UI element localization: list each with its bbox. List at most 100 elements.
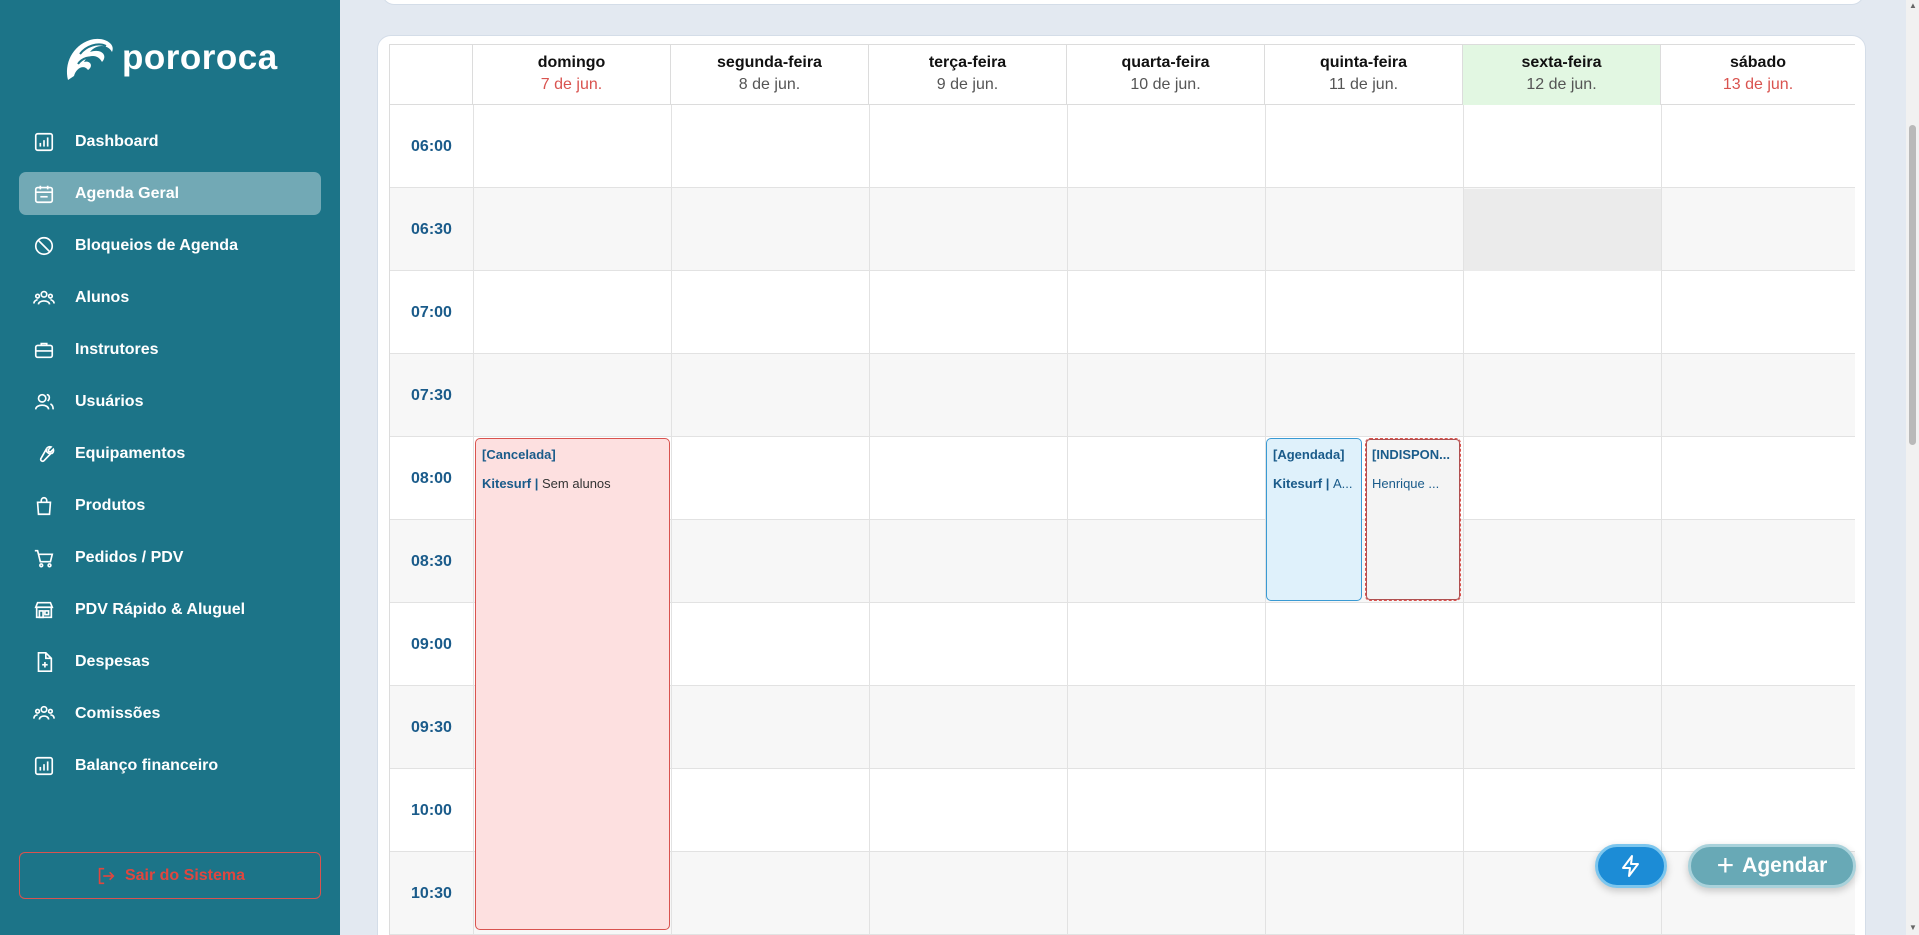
day-name: quarta-feira (1121, 54, 1210, 71)
sidebar-item-usuarios[interactable]: Usuários (19, 380, 321, 423)
sidebar-item-instrutores[interactable]: Instrutores (19, 328, 321, 371)
agendar-button[interactable]: + Agendar (1688, 844, 1856, 888)
day-name: sábado (1729, 54, 1786, 71)
time-label: 06:30 (411, 221, 452, 238)
day-header-saturday[interactable]: sábado 13 de jun. (1661, 45, 1855, 105)
sidebar-item-label: Instrutores (75, 340, 159, 358)
calendar-event-unavailable[interactable]: [INDISPON... Henrique ... (1365, 438, 1461, 601)
sidebar-item-dashboard[interactable]: Dashboard (19, 120, 321, 163)
time-label: 08:30 (411, 553, 452, 570)
day-header-friday[interactable]: sexta-feira 12 de jun. (1463, 45, 1661, 105)
column-divider (1661, 105, 1662, 935)
sidebar-item-despesas[interactable]: Despesas (19, 640, 321, 683)
day-name: sexta-feira (1521, 54, 1602, 71)
day-date: 8 de jun. (738, 76, 801, 93)
store-icon (34, 601, 54, 618)
event-status: [Agendada] (1273, 447, 1345, 462)
event-activity: Kitesurf (1273, 476, 1323, 491)
wave-logo-icon (66, 38, 113, 80)
day-header-thursday[interactable]: quinta-feira 11 de jun. (1265, 45, 1463, 105)
chart-icon (34, 756, 54, 775)
event-detail: Kitesurf | A... (1273, 476, 1353, 491)
time-label: 07:30 (411, 387, 452, 404)
time-label: 06:00 (411, 138, 452, 155)
logout-button[interactable]: Sair do Sistema (19, 852, 321, 899)
sidebar-item-bloqueios[interactable]: Bloqueios de Agenda (19, 224, 321, 267)
quick-action-button[interactable] (1595, 844, 1667, 888)
column-divider (1463, 105, 1464, 935)
sidebar-item-label: Equipamentos (75, 444, 186, 462)
sidebar-item-label: Usuários (75, 392, 144, 410)
logout-icon (98, 867, 115, 884)
day-header-tuesday[interactable]: terça-feira 9 de jun. (869, 45, 1067, 105)
scroll-down-arrow-icon[interactable]: ▼ (1908, 923, 1918, 933)
file-plus-icon (37, 651, 53, 672)
blocked-slot (1463, 189, 1661, 271)
sidebar-item-label: Alunos (75, 288, 130, 306)
calendar-header: domingo 7 de jun. segunda-feira 8 de jun… (390, 45, 1855, 105)
sidebar-item-produtos[interactable]: Produtos (19, 484, 321, 527)
event-info: A... (1333, 476, 1353, 491)
sidebar-item-label: Balanço financeiro (75, 756, 219, 774)
sidebar-item-label: PDV Rápido & Aluguel (75, 600, 246, 618)
time-label: 09:00 (411, 636, 452, 653)
top-card (382, 0, 1864, 5)
time-label: 07:00 (411, 304, 452, 321)
column-divider (1067, 105, 1068, 935)
event-status: [Cancelada] (482, 447, 556, 462)
team-icon (33, 705, 55, 720)
event-activity: Kitesurf (482, 476, 532, 491)
time-slot-row[interactable]: 07:30 (390, 354, 1855, 437)
week-calendar: domingo 7 de jun. segunda-feira 8 de jun… (389, 44, 1855, 935)
scroll-up-arrow-icon[interactable]: ▲ (1908, 1, 1918, 11)
day-date: 9 de jun. (936, 76, 999, 93)
time-label: 09:30 (411, 719, 452, 736)
sidebar-item-label: Despesas (75, 652, 150, 670)
time-column-header (390, 45, 473, 105)
sidebar: pororoca Dashboard Agenda Geral Bloqueio… (0, 0, 340, 935)
day-date: 10 de jun. (1130, 76, 1201, 93)
time-slot-row[interactable]: 07:00 (390, 271, 1855, 354)
day-date: 12 de jun. (1526, 76, 1597, 93)
column-divider (671, 105, 672, 935)
agendar-label: Agendar (1742, 854, 1828, 877)
calendar-event-cancelled[interactable]: [Cancelada] Kitesurf | Sem alunos (475, 438, 670, 930)
cart-icon (34, 549, 54, 568)
sidebar-item-alunos[interactable]: Alunos (19, 276, 321, 319)
event-status: [INDISPON... (1372, 447, 1451, 462)
sidebar-item-comissoes[interactable]: Comissões (19, 692, 321, 735)
block-icon (34, 236, 54, 255)
day-header-monday[interactable]: segunda-feira 8 de jun. (671, 45, 869, 105)
sidebar-item-label: Agenda Geral (75, 184, 180, 202)
time-slot-row[interactable]: 06:00 (390, 105, 1855, 188)
sidebar-item-agenda-geral[interactable]: Agenda Geral (19, 172, 321, 215)
wrench-icon (39, 445, 55, 462)
time-label: 10:30 (411, 885, 452, 902)
day-name: quinta-feira (1319, 54, 1408, 71)
sidebar-item-label: Comissões (75, 704, 161, 722)
bag-icon (36, 496, 52, 515)
scrollbar-thumb[interactable] (1909, 125, 1916, 445)
event-detail: Kitesurf | Sem alunos (482, 476, 611, 491)
plus-icon: + (1716, 849, 1735, 882)
event-info: Henrique ... (1372, 476, 1440, 491)
day-name: terça-feira (928, 54, 1007, 71)
day-date: 7 de jun. (540, 76, 603, 93)
sidebar-item-equipamentos[interactable]: Equipamentos (19, 432, 321, 475)
column-divider (869, 105, 870, 935)
day-date: 13 de jun. (1722, 76, 1794, 93)
day-header-wednesday[interactable]: quarta-feira 10 de jun. (1067, 45, 1265, 105)
day-name: segunda-feira (717, 54, 822, 71)
time-label: 08:00 (411, 470, 452, 487)
sidebar-item-pedidos[interactable]: Pedidos / PDV (19, 536, 321, 579)
sidebar-item-balanco[interactable]: Balanço financeiro (19, 744, 321, 787)
users-icon (33, 290, 55, 305)
day-header-sunday[interactable]: domingo 7 de jun. (473, 45, 671, 105)
event-info: Sem alunos (542, 476, 611, 491)
calendar-event-scheduled[interactable]: [Agendada] Kitesurf | A... (1266, 438, 1362, 601)
lightning-icon (1622, 855, 1639, 877)
sidebar-item-pdv-rapido[interactable]: PDV Rápido & Aluguel (19, 588, 321, 631)
app-logo[interactable]: pororoca (60, 30, 278, 86)
time-label: 10:00 (411, 802, 452, 819)
day-name: domingo (537, 54, 606, 71)
